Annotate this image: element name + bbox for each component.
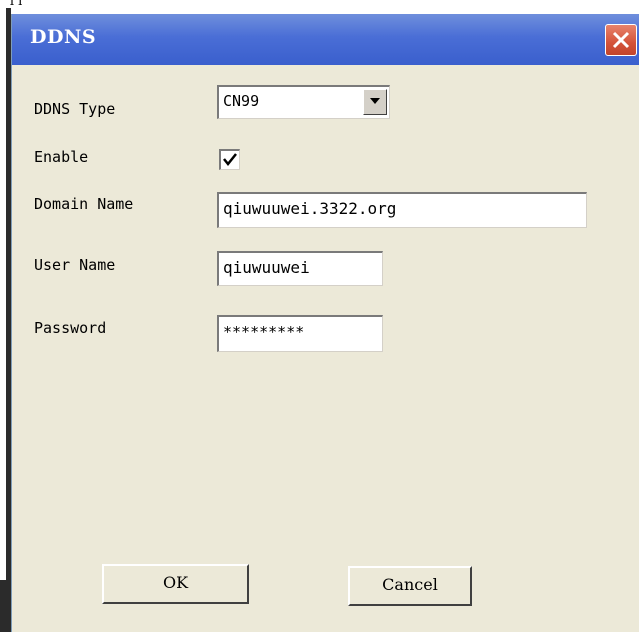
ok-button[interactable]: OK xyxy=(102,564,249,604)
close-icon xyxy=(612,31,630,49)
ddns-type-dropdown-button[interactable] xyxy=(363,89,387,115)
ddns-type-select[interactable]: CN99 xyxy=(217,85,390,119)
ddns-dialog: DDNS DDNS Type CN99 Enable Domain Name q… xyxy=(11,14,639,632)
domain-name-input[interactable]: qiuwuuwei.3322.org xyxy=(217,192,587,228)
cancel-button[interactable]: Cancel xyxy=(348,566,472,606)
chevron-down-icon xyxy=(370,98,380,104)
background-window-edge-lower xyxy=(0,580,10,632)
password-input[interactable]: ********* xyxy=(217,315,383,352)
password-label: Password xyxy=(34,319,107,337)
checkmark-icon xyxy=(223,153,237,167)
stray-text: TT xyxy=(8,0,25,8)
enable-label: Enable xyxy=(34,148,89,166)
ddns-type-label: DDNS Type xyxy=(34,100,116,118)
title-bar[interactable]: DDNS xyxy=(12,14,639,65)
dialog-title: DDNS xyxy=(30,26,97,48)
ddns-type-value: CN99 xyxy=(223,92,260,110)
user-name-label: User Name xyxy=(34,256,116,274)
user-name-input[interactable]: qiuwuuwei xyxy=(217,251,383,286)
domain-name-label: Domain Name xyxy=(34,195,134,213)
enable-checkbox[interactable] xyxy=(219,149,240,170)
close-button[interactable] xyxy=(605,24,637,56)
